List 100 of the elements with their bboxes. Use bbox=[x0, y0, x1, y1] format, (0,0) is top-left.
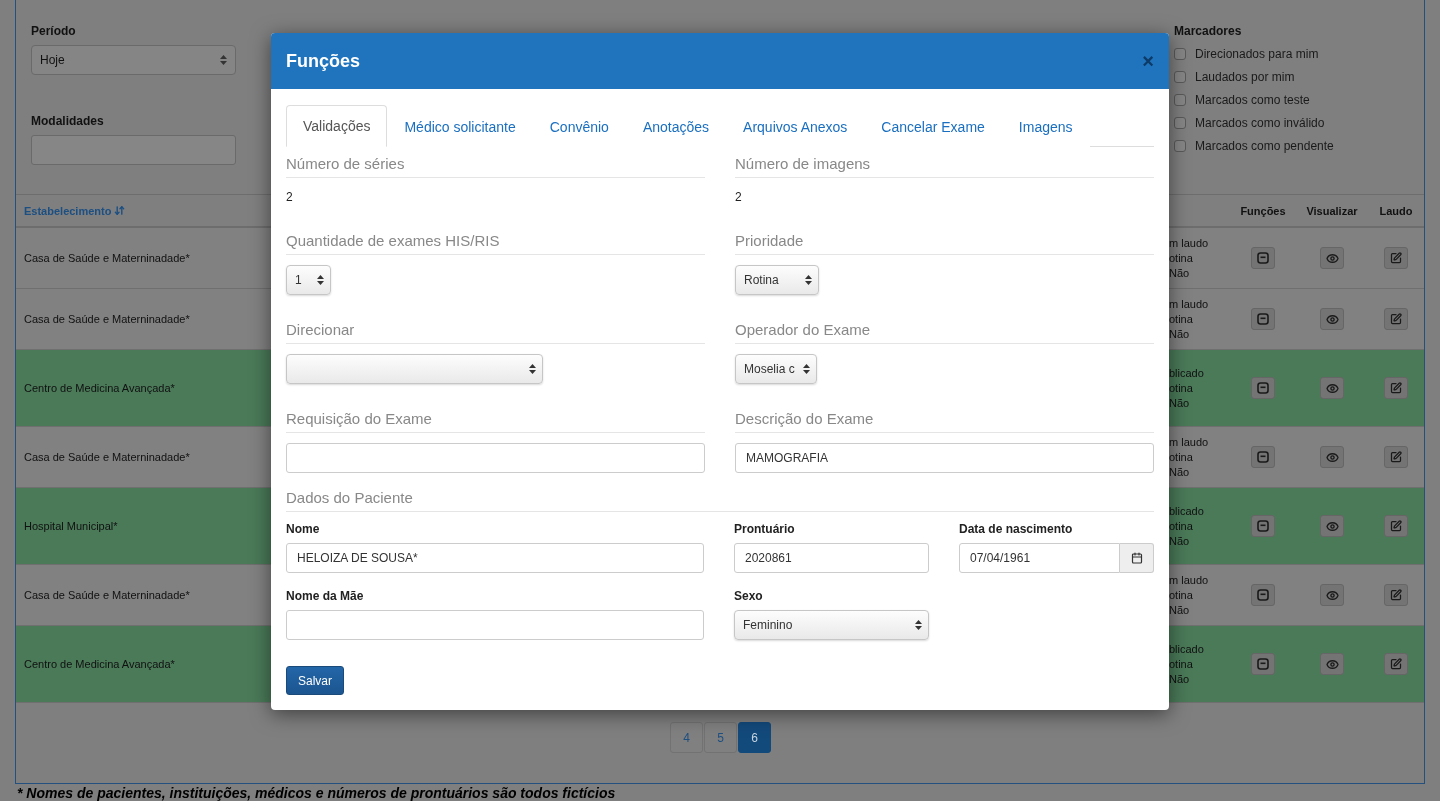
list-icon bbox=[1257, 252, 1269, 264]
list-icon bbox=[1257, 658, 1269, 670]
status-text: otina bbox=[1169, 587, 1194, 603]
input-field[interactable]: 2020861 bbox=[734, 543, 929, 573]
select-field[interactable] bbox=[286, 354, 543, 384]
input-field[interactable] bbox=[286, 610, 704, 640]
input-field[interactable]: HELOIZA DE SOUSA* bbox=[286, 543, 704, 573]
report-button[interactable] bbox=[1384, 515, 1408, 537]
status-text: blicado bbox=[1169, 365, 1205, 381]
view-button[interactable] bbox=[1320, 446, 1344, 468]
report-button[interactable] bbox=[1384, 653, 1408, 675]
view-button[interactable] bbox=[1320, 377, 1344, 399]
edit-icon bbox=[1390, 252, 1402, 264]
checkbox[interactable] bbox=[1174, 140, 1186, 152]
sort-icon bbox=[114, 205, 126, 216]
select-arrows-icon bbox=[529, 364, 536, 374]
eye-icon bbox=[1325, 588, 1339, 602]
view-button[interactable] bbox=[1320, 584, 1344, 606]
edit-icon bbox=[1390, 313, 1402, 325]
functions-button[interactable] bbox=[1251, 247, 1275, 269]
edit-icon bbox=[1390, 658, 1402, 670]
select-arrows-icon bbox=[915, 620, 922, 630]
status-text: blicado bbox=[1169, 503, 1205, 519]
eye-icon bbox=[1325, 450, 1339, 464]
establishment-cell-text: Centro de Medicina Avançada* bbox=[23, 382, 175, 394]
calendar-icon bbox=[1130, 552, 1143, 564]
establishment-cell-text: Hospital Municipal* bbox=[23, 520, 118, 532]
eye-icon bbox=[1325, 657, 1339, 671]
report-button[interactable] bbox=[1384, 446, 1408, 468]
list-icon bbox=[1257, 382, 1269, 394]
footnote: * Nomes de pacientes, instituições, médicos e números de prontuários são todos fictícios bbox=[16, 784, 617, 801]
view-button[interactable] bbox=[1320, 515, 1344, 537]
section-label: Número de imagens bbox=[735, 155, 1154, 178]
select-field[interactable]: Moselia c bbox=[735, 354, 817, 384]
eye-icon bbox=[1325, 312, 1339, 326]
report-button[interactable] bbox=[1384, 377, 1408, 399]
view-button[interactable] bbox=[1320, 653, 1344, 675]
checkbox[interactable] bbox=[1174, 117, 1186, 129]
status-text: m laudo bbox=[1169, 434, 1210, 450]
edit-icon bbox=[1390, 451, 1402, 463]
checkbox[interactable] bbox=[1174, 94, 1186, 106]
section-label: Prioridade bbox=[735, 232, 1154, 255]
establishment-cell-text: Casa de Saúde e Materninadade* bbox=[23, 451, 190, 463]
checkbox-label: Laudados por mim bbox=[1195, 70, 1295, 84]
status-text: Não bbox=[1169, 395, 1191, 411]
status-text: Não bbox=[1169, 602, 1191, 618]
view-button[interactable] bbox=[1320, 308, 1344, 330]
report-button[interactable] bbox=[1384, 247, 1408, 269]
section-label: Operador do Exame bbox=[735, 321, 1154, 344]
functions-button[interactable] bbox=[1251, 377, 1275, 399]
field-label: Nome da Mãe bbox=[286, 589, 365, 603]
functions-button[interactable] bbox=[1251, 653, 1275, 675]
checkbox[interactable] bbox=[1174, 71, 1186, 83]
column-header: Laudo bbox=[1378, 204, 1414, 217]
list-icon bbox=[1257, 520, 1269, 532]
period-select[interactable]: Hoje bbox=[31, 45, 236, 75]
page-button[interactable]: 6 bbox=[738, 722, 771, 753]
edit-icon bbox=[1390, 382, 1402, 394]
select-arrows-icon bbox=[803, 364, 810, 374]
status-text: blicado bbox=[1169, 641, 1205, 657]
checkbox[interactable] bbox=[1174, 48, 1186, 60]
establishment-cell-text: Centro de Medicina Avançada* bbox=[23, 658, 175, 670]
functions-button[interactable] bbox=[1251, 515, 1275, 537]
functions-button[interactable] bbox=[1251, 308, 1275, 330]
report-button[interactable] bbox=[1384, 308, 1408, 330]
input-field[interactable] bbox=[286, 443, 705, 473]
status-text: Não bbox=[1169, 671, 1191, 687]
tab[interactable]: Validações bbox=[286, 105, 388, 147]
filter-label: Período bbox=[31, 24, 77, 38]
select-arrows-icon bbox=[317, 275, 324, 285]
list-icon bbox=[1257, 589, 1269, 601]
functions-button[interactable] bbox=[1251, 446, 1275, 468]
view-button[interactable] bbox=[1320, 247, 1344, 269]
status-text: otina bbox=[1169, 311, 1194, 327]
status-text: otina bbox=[1169, 449, 1194, 465]
filter-label: Modalidades bbox=[31, 114, 105, 128]
calendar-button[interactable] bbox=[1120, 543, 1154, 573]
section-label: Direcionar bbox=[286, 321, 705, 344]
section-label: Quantidade de exames HIS/RIS bbox=[286, 232, 705, 255]
checkbox-label: Marcados como teste bbox=[1195, 93, 1310, 107]
checkbox-label: Direcionados para mim bbox=[1195, 47, 1319, 61]
status-text: Não bbox=[1169, 265, 1191, 281]
report-button[interactable] bbox=[1384, 584, 1408, 606]
select-field[interactable]: 1 bbox=[286, 265, 331, 295]
checkbox-label: Marcados como inválido bbox=[1195, 116, 1325, 130]
field-label: Nome bbox=[286, 522, 321, 536]
section-label: Dados do Paciente bbox=[286, 489, 1154, 512]
input-field[interactable]: MAMOGRAFIA bbox=[735, 443, 1154, 473]
select-field[interactable]: Rotina bbox=[735, 265, 819, 295]
status-text: m laudo bbox=[1169, 235, 1210, 251]
functions-button[interactable] bbox=[1251, 584, 1275, 606]
save-button[interactable]: Salvar bbox=[286, 666, 344, 695]
dialog-title: Funções bbox=[286, 50, 360, 72]
eye-icon bbox=[1325, 381, 1339, 395]
date-field[interactable]: 07/04/1961 bbox=[959, 543, 1120, 573]
establishment-cell-text: Casa de Saúde e Materninadade* bbox=[23, 589, 190, 601]
select-field[interactable]: Feminino bbox=[734, 610, 929, 640]
section-label: Requisição do Exame bbox=[286, 410, 705, 433]
filter-input[interactable] bbox=[31, 135, 236, 165]
section-label: Descrição do Exame bbox=[735, 410, 1154, 433]
